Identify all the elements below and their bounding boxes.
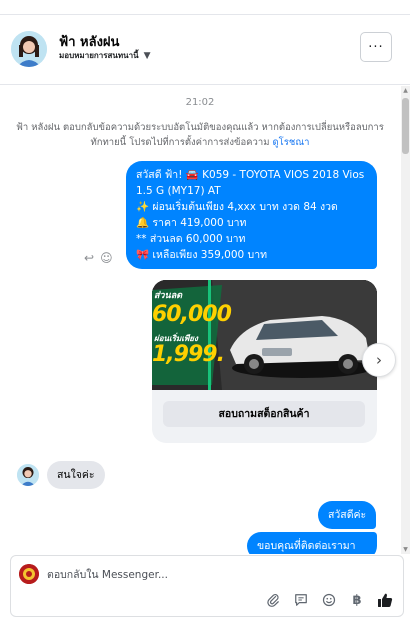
ask-stock-button[interactable]: สอบถามสต็อกสินค้า <box>163 401 365 427</box>
chevron-right-icon: › <box>376 351 382 369</box>
reply-icon[interactable]: ↩ <box>84 251 94 265</box>
more-horizontal-icon: ··· <box>368 39 384 55</box>
scroll-thumb[interactable] <box>402 98 409 154</box>
assign-conversation-dropdown[interactable]: มอบหมายการสนทนานี้ ▼ <box>59 49 151 62</box>
message-line: ✨ ผ่อนเริ่มต้นเพียง 4,xxx บาท งวด 84 งวด <box>136 201 338 213</box>
message-actions: ↩ ☺ <box>84 251 113 265</box>
thread-scrollbar[interactable]: ▲ ▼ <box>401 86 410 554</box>
outgoing-message-thanks[interactable]: ขอบคุณที่ติดต่อเรามา <box>247 532 377 554</box>
message-line: 🔔 ราคา 419,000 บาท <box>136 217 247 229</box>
timestamp: 21:02 <box>185 97 215 108</box>
reply-input[interactable] <box>47 566 387 584</box>
page-avatar <box>19 564 39 584</box>
baht-icon[interactable]: ฿ <box>349 592 365 608</box>
message-composer: ฿ <box>10 555 404 617</box>
auto-reply-notice: ฟ้า หลังฝน ตอบกลับข้อความด้วยระบบอัตโนมั… <box>14 120 386 150</box>
message-line: 🎀 เหลือเพียง 359,000 บาท <box>136 249 268 261</box>
product-image[interactable]: ส่วนลด 60,000 ผ่อนเริ่มเพียง 1,999. <box>152 280 377 390</box>
promo-install-amount: 1,999. <box>152 342 225 367</box>
more-options-button[interactable]: ··· <box>360 32 392 62</box>
promo-discount-amount: 60,000 <box>152 302 232 327</box>
message-square-icon[interactable] <box>293 592 309 608</box>
smile-icon[interactable]: ☺ <box>100 251 113 265</box>
messenger-window: ฟ้า หลังฝน มอบหมายการสนทนานี้ ▼ ··· 21:0… <box>0 0 410 621</box>
composer-tools: ฿ <box>265 592 393 608</box>
paperclip-icon[interactable] <box>265 592 281 608</box>
emoji-icon[interactable] <box>321 592 337 608</box>
carousel-next-button[interactable]: › <box>362 343 396 377</box>
message-line: 1.5 G (MY17) AT <box>136 185 221 197</box>
notice-link[interactable]: ดูโรชณา <box>273 137 310 148</box>
assign-label: มอบหมายการสนทนานี้ <box>59 51 139 60</box>
conversation-header: ฟ้า หลังฝน มอบหมายการสนทนานี้ ▼ ··· <box>0 15 410 85</box>
outgoing-message-greeting[interactable]: สวัสดีค่ะ <box>318 501 377 529</box>
product-card[interactable]: ส่วนลด 60,000 ผ่อนเริ่มเพียง 1,999. สอบถ… <box>152 280 377 443</box>
message-line: ** ส่วนลด 60,000 บาท <box>136 233 246 245</box>
notice-text: ฟ้า หลังฝน ตอบกลับข้อความด้วยระบบอัตโนมั… <box>16 122 384 148</box>
contact-avatar[interactable] <box>11 31 47 67</box>
scroll-down-icon[interactable]: ▼ <box>402 546 409 553</box>
incoming-message[interactable]: สนใจค่ะ <box>47 461 105 489</box>
outgoing-message-product[interactable]: สวัสดี ฟ้า! 🚘 K059 - TOYOTA VIOS 2018 Vi… <box>126 161 377 269</box>
scroll-up-icon[interactable]: ▲ <box>402 87 409 94</box>
thumbs-up-icon[interactable] <box>377 592 393 608</box>
contact-avatar-small <box>17 464 39 486</box>
message-thread: 21:02 ฟ้า หลังฝน ตอบกลับข้อความด้วยระบบอ… <box>0 86 400 554</box>
promo-discount-label: ส่วนลด <box>154 291 183 301</box>
message-line: สวัสดี ฟ้า! 🚘 K059 - TOYOTA VIOS 2018 Vi… <box>136 169 365 181</box>
caret-down-icon: ▼ <box>143 50 151 61</box>
